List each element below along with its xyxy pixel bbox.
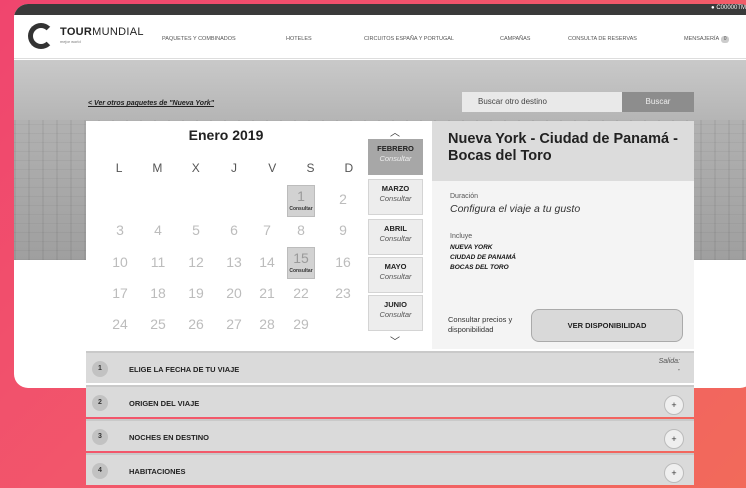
package-header: Nueva York - Ciudad de Panamá - Bocas de… [432, 121, 694, 181]
weekday-header: L M X J V S D [100, 161, 368, 175]
calendar-day: 10 [112, 254, 128, 270]
step-number: 3 [92, 429, 108, 445]
calendar-day: 28 [259, 316, 275, 332]
step-label: NOCHES EN DESTINO [129, 433, 210, 442]
calendar-day: 2 [339, 191, 347, 207]
view-availability-button[interactable]: VER DISPONIBILIDAD [531, 309, 683, 342]
message-count-badge: 0 [721, 36, 730, 43]
weekday-label: J [230, 161, 237, 175]
calendar-day: 22 [293, 285, 309, 301]
calendar-day: 23 [335, 285, 351, 301]
user-label: C00000TM [716, 5, 746, 11]
weekday-label: D [344, 161, 354, 175]
step-number: 2 [92, 395, 108, 411]
calendar-day: 3 [116, 222, 124, 238]
calendar-day: 12 [188, 254, 204, 270]
calendar-day: 27 [226, 316, 242, 332]
step-row-nights[interactable]: 3 NOCHES EN DESTINO + [86, 419, 694, 451]
nav-hoteles[interactable]: HOTELES [286, 36, 312, 42]
calendar-day: 26 [188, 316, 204, 332]
step-number: 4 [92, 463, 108, 479]
expand-plus-icon[interactable]: + [664, 429, 684, 449]
duration-value: Configura el viaje a tu gusto [450, 203, 581, 215]
calendar-day: 9 [339, 222, 347, 238]
destination-item: NUEVA YORK [450, 244, 493, 251]
weekday-label: M [152, 161, 163, 175]
calendar-day: 7 [263, 222, 271, 238]
calendar-day: 20 [226, 285, 242, 301]
destination-item: CIUDAD DE PANAMÁ [450, 254, 516, 261]
includes-label: Incluye [450, 233, 473, 240]
duration-label: Duración [450, 193, 479, 200]
calendar-day: 16 [335, 254, 351, 270]
search-button[interactable]: Buscar [622, 92, 694, 112]
step-row-date[interactable]: 1 ELIGE LA FECHA DE TU VIAJE Salida: - [86, 351, 694, 383]
weekday-label: L [115, 161, 123, 175]
calendar-day: 6 [230, 222, 238, 238]
logo-ring-icon [28, 23, 54, 49]
month-april[interactable]: ABRIL Consultar [368, 219, 423, 255]
step-row-origin[interactable]: 2 ORIGEN DEL VIAJE + [86, 385, 694, 417]
month-may[interactable]: MAYO Consultar [368, 257, 423, 293]
calendar-day: 13 [226, 254, 242, 270]
expand-plus-icon[interactable]: + [664, 463, 684, 483]
step-label: ORIGEN DEL VIAJE [129, 399, 200, 408]
calendar-day: 21 [259, 285, 275, 301]
weekday-label: X [191, 161, 200, 175]
consult-prices-text: Consultar precios y disponibilidad [448, 315, 513, 334]
chevron-up-icon[interactable]: ︿ [390, 124, 400, 139]
calendar-day: 8 [297, 222, 305, 238]
destination-search-input[interactable]: Buscar otro destino [462, 92, 622, 112]
step-label: HABITACIONES [129, 467, 186, 476]
nav-mensajeria[interactable]: MENSAJERÍA 0 [684, 36, 730, 43]
calendar-day: 18 [150, 285, 166, 301]
calendar-title: Enero 2019 [188, 127, 264, 143]
calendar-day: 29 [293, 316, 309, 332]
chevron-down-icon[interactable]: ﹀ [390, 333, 400, 348]
step-number: 1 [92, 361, 108, 377]
user-account[interactable]: ● C00000TM [711, 5, 746, 11]
calendar-day-available[interactable]: 1 Consultar [287, 185, 315, 217]
month-march[interactable]: MARZO Consultar [368, 179, 423, 215]
month-june[interactable]: JUNIO Consultar [368, 295, 423, 331]
month-selector: ︿ FEBRERO Consultar MARZO Consultar ABRIL C… [368, 121, 430, 349]
nav-paquetes[interactable]: PAQUETES Y COMBINADOS [162, 36, 236, 42]
calendar-panel: Enero 2019 L M X J V S D 1 Consultar 2 3 … [86, 121, 432, 349]
nav-circuitos[interactable]: CIRCUITOS ESPAÑA Y PORTUGAL [364, 36, 454, 42]
nav-consulta-reservas[interactable]: CONSULTA DE RESERVAS [568, 36, 637, 42]
calendar-day: 14 [259, 254, 275, 270]
top-strip: ● C00000TM [14, 4, 746, 15]
calendar-day: 25 [150, 316, 166, 332]
logo-tagline: mejor world [60, 39, 81, 44]
nav-campanas[interactable]: CAMPAÑAS [500, 36, 530, 42]
logo[interactable]: TOURMUNDIAL mejor world [28, 21, 158, 51]
package-title: Nueva York - Ciudad de Panamá - Bocas de… [448, 131, 678, 164]
calendar-day: 5 [192, 222, 200, 238]
calendar-day: 24 [112, 316, 128, 332]
main-nav: TOURMUNDIAL mejor world PAQUETES Y COMBI… [14, 15, 746, 59]
destination-item: BOCAS DEL TORO [450, 264, 509, 271]
logo-text: TOURMUNDIAL [60, 26, 144, 38]
step-row-rooms[interactable]: 4 HABITACIONES + [86, 453, 694, 485]
calendar-day-available[interactable]: 15 Consultar [287, 247, 315, 279]
package-info-panel: Nueva York - Ciudad de Panamá - Bocas de… [432, 121, 694, 349]
calendar-day: 11 [150, 254, 166, 270]
month-february[interactable]: FEBRERO Consultar [368, 139, 423, 175]
expand-plus-icon[interactable]: + [664, 395, 684, 415]
step-label: ELIGE LA FECHA DE TU VIAJE [129, 365, 240, 374]
departure-info: Salida: - [658, 358, 680, 374]
weekday-label: V [268, 161, 277, 175]
back-link[interactable]: < Ver otros paquetes de "Nueva York" [88, 100, 214, 107]
calendar-day: 19 [188, 285, 204, 301]
calendar-day: 4 [154, 222, 162, 238]
weekday-label: S [306, 161, 315, 175]
calendar-day: 17 [112, 285, 128, 301]
